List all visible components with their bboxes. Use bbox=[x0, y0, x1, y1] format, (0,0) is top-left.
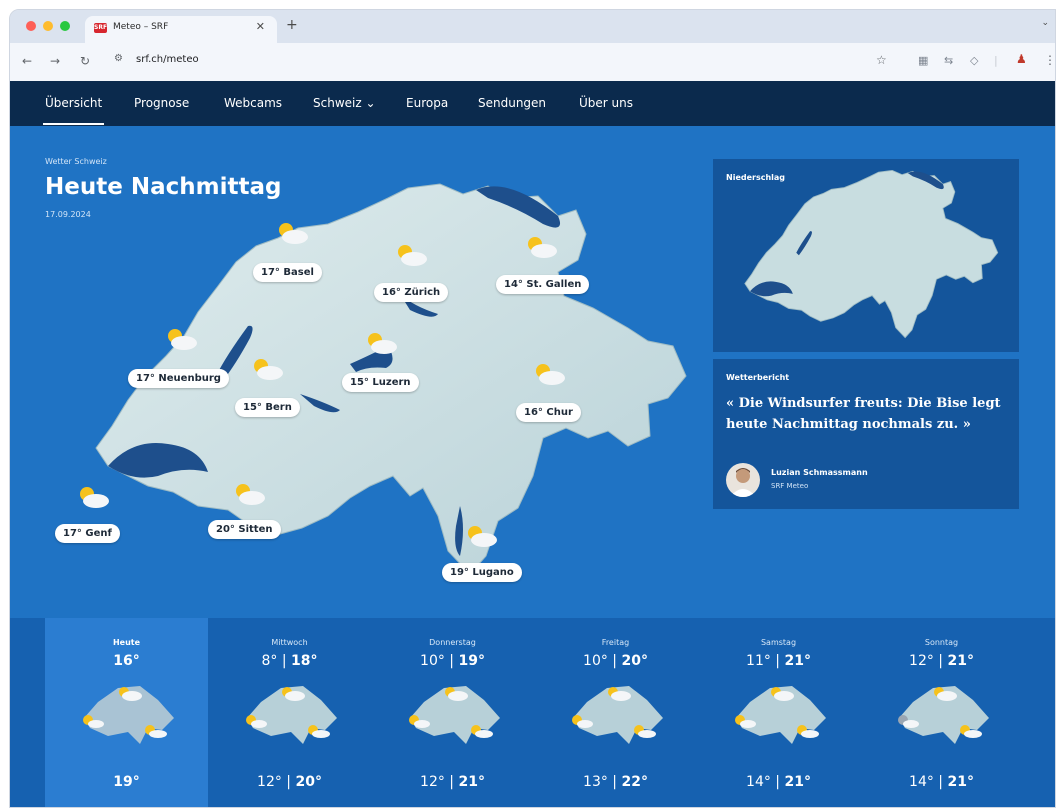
tab-search-chevron-icon[interactable]: ⌄ bbox=[1041, 18, 1049, 28]
author-avatar bbox=[726, 463, 760, 497]
url-text[interactable]: srf.ch/meteo bbox=[136, 54, 199, 65]
reload-icon[interactable]: ↻ bbox=[80, 54, 90, 68]
nav-europa[interactable]: Europa bbox=[406, 96, 448, 110]
srf-favicon-icon: SRF bbox=[94, 23, 108, 33]
translate-icon[interactable]: ⇆ bbox=[944, 54, 953, 67]
city-label-lugano[interactable]: 19° Lugano bbox=[442, 563, 522, 582]
day-name: Sonntag bbox=[924, 638, 959, 647]
browser-toolbar: ← → ↻ ⚙ srf.ch/meteo ☆ ▦ ⇆ ◇ | ♟ ⋮ bbox=[10, 43, 1055, 81]
day-name: Heute bbox=[112, 638, 141, 647]
maximize-window-icon[interactable] bbox=[60, 21, 70, 31]
day-name: Mittwoch bbox=[271, 638, 308, 647]
partly-cloudy-icon bbox=[398, 245, 427, 266]
profile-avatar-icon[interactable]: ♟ bbox=[1016, 52, 1030, 68]
precipitation-map bbox=[744, 169, 999, 339]
day-temp-bottom: 14° | 21° bbox=[909, 774, 974, 790]
city-label-st-gallen[interactable]: 14° St. Gallen bbox=[496, 275, 590, 294]
day-temp-top: 11° | 21° bbox=[746, 653, 811, 669]
mini-map-weather-icon bbox=[246, 686, 337, 744]
partly-cloudy-icon bbox=[80, 487, 109, 508]
forecast-day-samstag[interactable]: Samstag 11° | 21° 14° | 21° bbox=[697, 618, 860, 807]
nav-ueber-uns[interactable]: Über uns bbox=[579, 96, 633, 110]
tab-close-icon[interactable]: ✕ bbox=[256, 20, 265, 33]
city-label-neuenburg[interactable]: 17° Neuenburg bbox=[128, 369, 229, 388]
partly-cloudy-icon bbox=[168, 329, 197, 350]
partly-cloudy-icon bbox=[254, 359, 283, 380]
weather-report-panel[interactable]: Wetterbericht « Die Windsurfer freuts: D… bbox=[713, 359, 1019, 509]
city-label-zuerich[interactable]: 16° Zürich bbox=[374, 283, 449, 302]
main-weather-section: Wetter Schweiz Heute Nachmittag 17.09.20… bbox=[10, 126, 1055, 618]
author-name: Luzian Schmassmann bbox=[771, 468, 868, 477]
day-name: Samstag bbox=[760, 638, 797, 647]
forecast-day-sonntag[interactable]: Sonntag 12° | 21° 14° | 21° bbox=[860, 618, 1023, 807]
site-settings-icon[interactable]: ⚙ bbox=[114, 53, 123, 64]
nav-webcams[interactable]: Webcams bbox=[224, 96, 282, 110]
day-temp-top: 12° | 21° bbox=[909, 653, 974, 669]
mini-map-weather-icon bbox=[898, 686, 989, 744]
back-icon[interactable]: ← bbox=[22, 54, 32, 68]
tab-strip: SRF Meteo – SRF ✕ + ⌄ bbox=[10, 10, 1055, 43]
day-name: Freitag bbox=[601, 638, 630, 647]
partly-cloudy-icon bbox=[528, 237, 557, 258]
partly-cloudy-icon bbox=[536, 364, 565, 385]
puzzle-extensions-icon[interactable]: ◇ bbox=[970, 54, 978, 67]
nav-uebersicht[interactable]: Übersicht bbox=[42, 96, 105, 125]
day-temp-bottom: 12° | 21° bbox=[420, 774, 485, 790]
weather-report-quote[interactable]: « Die Windsurfer freuts: Die Bise legt h… bbox=[726, 393, 1011, 435]
mini-map-weather-icon bbox=[83, 686, 174, 744]
partly-cloudy-icon bbox=[279, 223, 308, 244]
day-temp-bottom: 19° bbox=[113, 774, 140, 790]
day-temp-bottom: 13° | 22° bbox=[583, 774, 648, 790]
new-tab-icon[interactable]: + bbox=[286, 17, 298, 33]
minimize-window-icon[interactable] bbox=[43, 21, 53, 31]
day-temp-bottom: 12° | 20° bbox=[257, 774, 322, 790]
forecast-day-freitag[interactable]: Freitag 10° | 20° 13° | 22° bbox=[534, 618, 697, 807]
extension-icon[interactable]: ▦ bbox=[918, 54, 928, 67]
city-label-bern[interactable]: 15° Bern bbox=[235, 398, 300, 417]
city-label-chur[interactable]: 16° Chur bbox=[516, 403, 581, 422]
forecast-day-mittwoch[interactable]: Mittwoch 8° | 18° 12° | 20° bbox=[208, 618, 371, 807]
nav-schweiz[interactable]: Schweiz ⌄ bbox=[313, 96, 376, 110]
mini-map-weather-icon bbox=[572, 686, 663, 744]
day-temp-top: 10° | 20° bbox=[583, 653, 648, 669]
partly-cloudy-icon bbox=[236, 484, 265, 505]
day-temp-bottom: 14° | 21° bbox=[746, 774, 811, 790]
city-label-luzern[interactable]: 15° Luzern bbox=[342, 373, 419, 392]
city-label-sitten[interactable]: 20° Sitten bbox=[208, 520, 281, 539]
forward-icon[interactable]: → bbox=[50, 54, 60, 68]
forecast-strip: Heute 16° 19° Mittwoch 8° | 18° 12° | 20… bbox=[10, 618, 1055, 807]
toolbar-divider: | bbox=[994, 54, 998, 67]
tab-title: Meteo – SRF bbox=[113, 22, 169, 32]
forecast-day-heute[interactable]: Heute 16° 19° bbox=[45, 618, 208, 807]
precipitation-panel[interactable]: Niederschlag bbox=[713, 159, 1019, 352]
weather-report-label: Wetterbericht bbox=[726, 373, 790, 382]
author-affiliation: SRF Meteo bbox=[771, 482, 809, 490]
page-date: 17.09.2024 bbox=[45, 210, 91, 219]
partly-cloudy-icon bbox=[368, 333, 397, 354]
nav-prognose[interactable]: Prognose bbox=[134, 96, 189, 110]
day-temp-top: 16° bbox=[113, 653, 140, 669]
address-bar[interactable]: ⚙ srf.ch/meteo bbox=[108, 49, 868, 73]
browser-tab[interactable]: SRF Meteo – SRF ✕ bbox=[85, 16, 277, 43]
site-nav: Übersicht Prognose Webcams Schweiz ⌄ Eur… bbox=[10, 81, 1055, 126]
forecast-day-donnerstag[interactable]: Donnerstag 10° | 19° 12° | 21° bbox=[371, 618, 534, 807]
browser-window: SRF Meteo – SRF ✕ + ⌄ ← → ↻ ⚙ srf.ch/met… bbox=[9, 9, 1056, 808]
bookmark-star-icon[interactable]: ☆ bbox=[876, 53, 887, 67]
section-kicker: Wetter Schweiz bbox=[45, 157, 107, 166]
day-name: Donnerstag bbox=[429, 638, 476, 647]
browser-menu-icon[interactable]: ⋮ bbox=[1044, 53, 1055, 67]
day-temp-top: 8° | 18° bbox=[261, 653, 318, 669]
mini-map-weather-icon bbox=[409, 686, 500, 744]
day-temp-top: 10° | 19° bbox=[420, 653, 485, 669]
city-label-basel[interactable]: 17° Basel bbox=[253, 263, 322, 282]
nav-sendungen[interactable]: Sendungen bbox=[478, 96, 546, 110]
partly-cloudy-icon bbox=[468, 526, 497, 547]
city-label-genf[interactable]: 17° Genf bbox=[55, 524, 120, 543]
mini-map-weather-icon bbox=[735, 686, 826, 744]
close-window-icon[interactable] bbox=[26, 21, 36, 31]
